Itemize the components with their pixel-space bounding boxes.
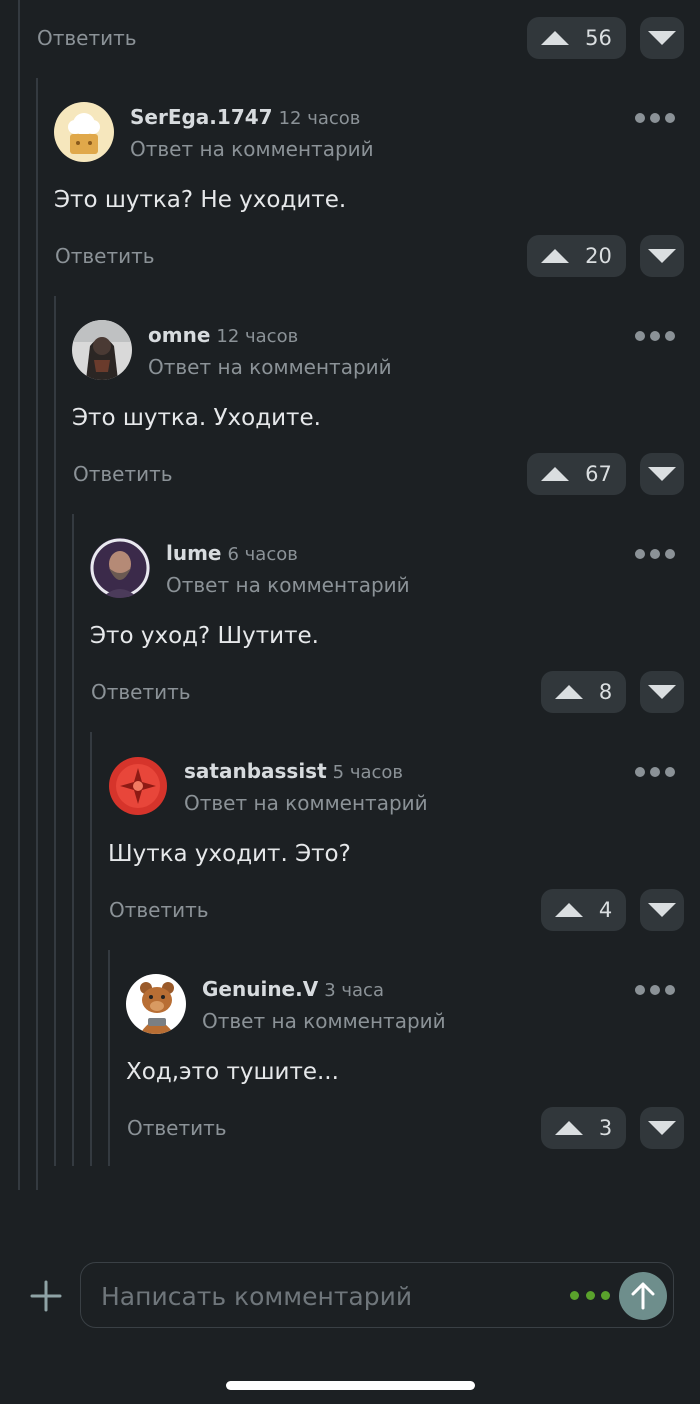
vote-count: 4 bbox=[598, 898, 613, 922]
chef-hat-avatar-icon bbox=[54, 102, 114, 162]
author-name[interactable]: satanbassist bbox=[184, 759, 327, 783]
thread-line bbox=[72, 514, 74, 1166]
comment-author[interactable]: SerEga.1747 12 часов bbox=[130, 105, 360, 129]
comment-text: Это уход? Шутите. bbox=[90, 623, 319, 649]
vote-count: 67 bbox=[585, 462, 612, 486]
avatar[interactable] bbox=[108, 756, 168, 816]
downvote-button[interactable] bbox=[640, 453, 684, 495]
avatar[interactable] bbox=[72, 320, 132, 380]
bearded-man-avatar-icon bbox=[90, 538, 150, 598]
more-options-button[interactable] bbox=[635, 765, 675, 779]
more-options-button[interactable] bbox=[635, 329, 675, 343]
reply-button[interactable]: Ответить bbox=[73, 462, 173, 486]
arrow-down-icon bbox=[648, 249, 676, 263]
author-name[interactable]: Genuine.V bbox=[202, 977, 318, 1001]
cartoon-bear-avatar-icon bbox=[126, 974, 186, 1034]
downvote-button[interactable] bbox=[640, 235, 684, 277]
downvote-button[interactable] bbox=[640, 17, 684, 59]
arrow-up-icon bbox=[554, 1121, 583, 1135]
send-button[interactable] bbox=[619, 1272, 667, 1320]
comment-author[interactable]: lume 6 часов bbox=[166, 541, 298, 565]
downvote-button[interactable] bbox=[640, 671, 684, 713]
thread-line bbox=[90, 732, 92, 1166]
dark-portrait-avatar-icon bbox=[72, 320, 132, 380]
vote-count: 8 bbox=[598, 680, 613, 704]
comment-text: Это шутка? Не уходите. bbox=[54, 187, 347, 213]
comment-author[interactable]: omne 12 часов bbox=[148, 323, 298, 347]
reply-to-link[interactable]: Ответ на комментарий bbox=[184, 791, 428, 815]
author-name[interactable]: omne bbox=[148, 323, 210, 347]
arrow-up-icon bbox=[554, 685, 583, 699]
avatar[interactable] bbox=[90, 538, 150, 598]
downvote-button[interactable] bbox=[640, 889, 684, 931]
reply-to-link[interactable]: Ответ на комментарий bbox=[148, 355, 392, 379]
reply-to-link[interactable]: Ответ на комментарий bbox=[202, 1009, 446, 1033]
red-cross-avatar-icon bbox=[108, 756, 168, 816]
reply-button[interactable]: Ответить bbox=[109, 898, 209, 922]
author-name[interactable]: SerEga.1747 bbox=[130, 105, 273, 129]
thread-line bbox=[108, 950, 110, 1166]
comment-time: 3 часа bbox=[324, 980, 384, 1001]
comment-text: Ход,это тушите... bbox=[126, 1059, 339, 1085]
comment-time: 6 часов bbox=[227, 544, 298, 565]
arrow-up-icon bbox=[554, 903, 583, 917]
comment-input[interactable] bbox=[99, 1275, 543, 1317]
arrow-up-icon bbox=[541, 249, 570, 263]
vote-count: 3 bbox=[598, 1116, 613, 1140]
comment-time: 12 часов bbox=[278, 108, 361, 129]
typing-indicator-icon bbox=[570, 1291, 610, 1301]
upvote-button[interactable]: 3 bbox=[541, 1107, 626, 1149]
vote-count: 56 bbox=[585, 26, 612, 50]
comment-time: 12 часов bbox=[216, 326, 299, 347]
reply-to-link[interactable]: Ответ на комментарий bbox=[130, 137, 374, 161]
thread-line bbox=[36, 78, 38, 1190]
arrow-up-icon bbox=[541, 467, 570, 481]
reply-button[interactable]: Ответить bbox=[37, 26, 137, 50]
attach-button[interactable] bbox=[28, 1278, 64, 1314]
more-options-button[interactable] bbox=[635, 547, 675, 561]
comment-text: Это шутка. Уходите. bbox=[72, 405, 321, 431]
home-indicator bbox=[226, 1381, 475, 1390]
reply-button[interactable]: Ответить bbox=[91, 680, 191, 704]
arrow-down-icon bbox=[648, 1121, 676, 1135]
arrow-up-icon bbox=[541, 31, 570, 45]
arrow-up-send-icon bbox=[631, 1282, 655, 1310]
arrow-down-icon bbox=[648, 31, 676, 45]
avatar[interactable] bbox=[126, 974, 186, 1034]
reply-to-link[interactable]: Ответ на комментарий bbox=[166, 573, 410, 597]
upvote-button[interactable]: 8 bbox=[541, 671, 626, 713]
author-name[interactable]: lume bbox=[166, 541, 222, 565]
thread-line bbox=[54, 296, 56, 1166]
thread-line bbox=[18, 0, 20, 1190]
comment-author[interactable]: Genuine.V 3 часа bbox=[202, 977, 384, 1001]
comment-author[interactable]: satanbassist 5 часов bbox=[184, 759, 403, 783]
arrow-down-icon bbox=[648, 903, 676, 917]
vote-count: 20 bbox=[585, 244, 612, 268]
comment-time: 5 часов bbox=[332, 762, 403, 783]
comment-text: Шутка уходит. Это? bbox=[108, 841, 351, 867]
arrow-down-icon bbox=[648, 467, 676, 481]
upvote-button[interactable]: 67 bbox=[527, 453, 626, 495]
avatar[interactable] bbox=[54, 102, 114, 162]
upvote-button[interactable]: 4 bbox=[541, 889, 626, 931]
arrow-down-icon bbox=[648, 685, 676, 699]
more-options-button[interactable] bbox=[635, 983, 675, 997]
plus-icon bbox=[30, 1280, 62, 1312]
upvote-button[interactable]: 56 bbox=[527, 17, 626, 59]
reply-button[interactable]: Ответить bbox=[55, 244, 155, 268]
comment-composer[interactable] bbox=[80, 1262, 674, 1328]
upvote-button[interactable]: 20 bbox=[527, 235, 626, 277]
downvote-button[interactable] bbox=[640, 1107, 684, 1149]
reply-button[interactable]: Ответить bbox=[127, 1116, 227, 1140]
more-options-button[interactable] bbox=[635, 111, 675, 125]
